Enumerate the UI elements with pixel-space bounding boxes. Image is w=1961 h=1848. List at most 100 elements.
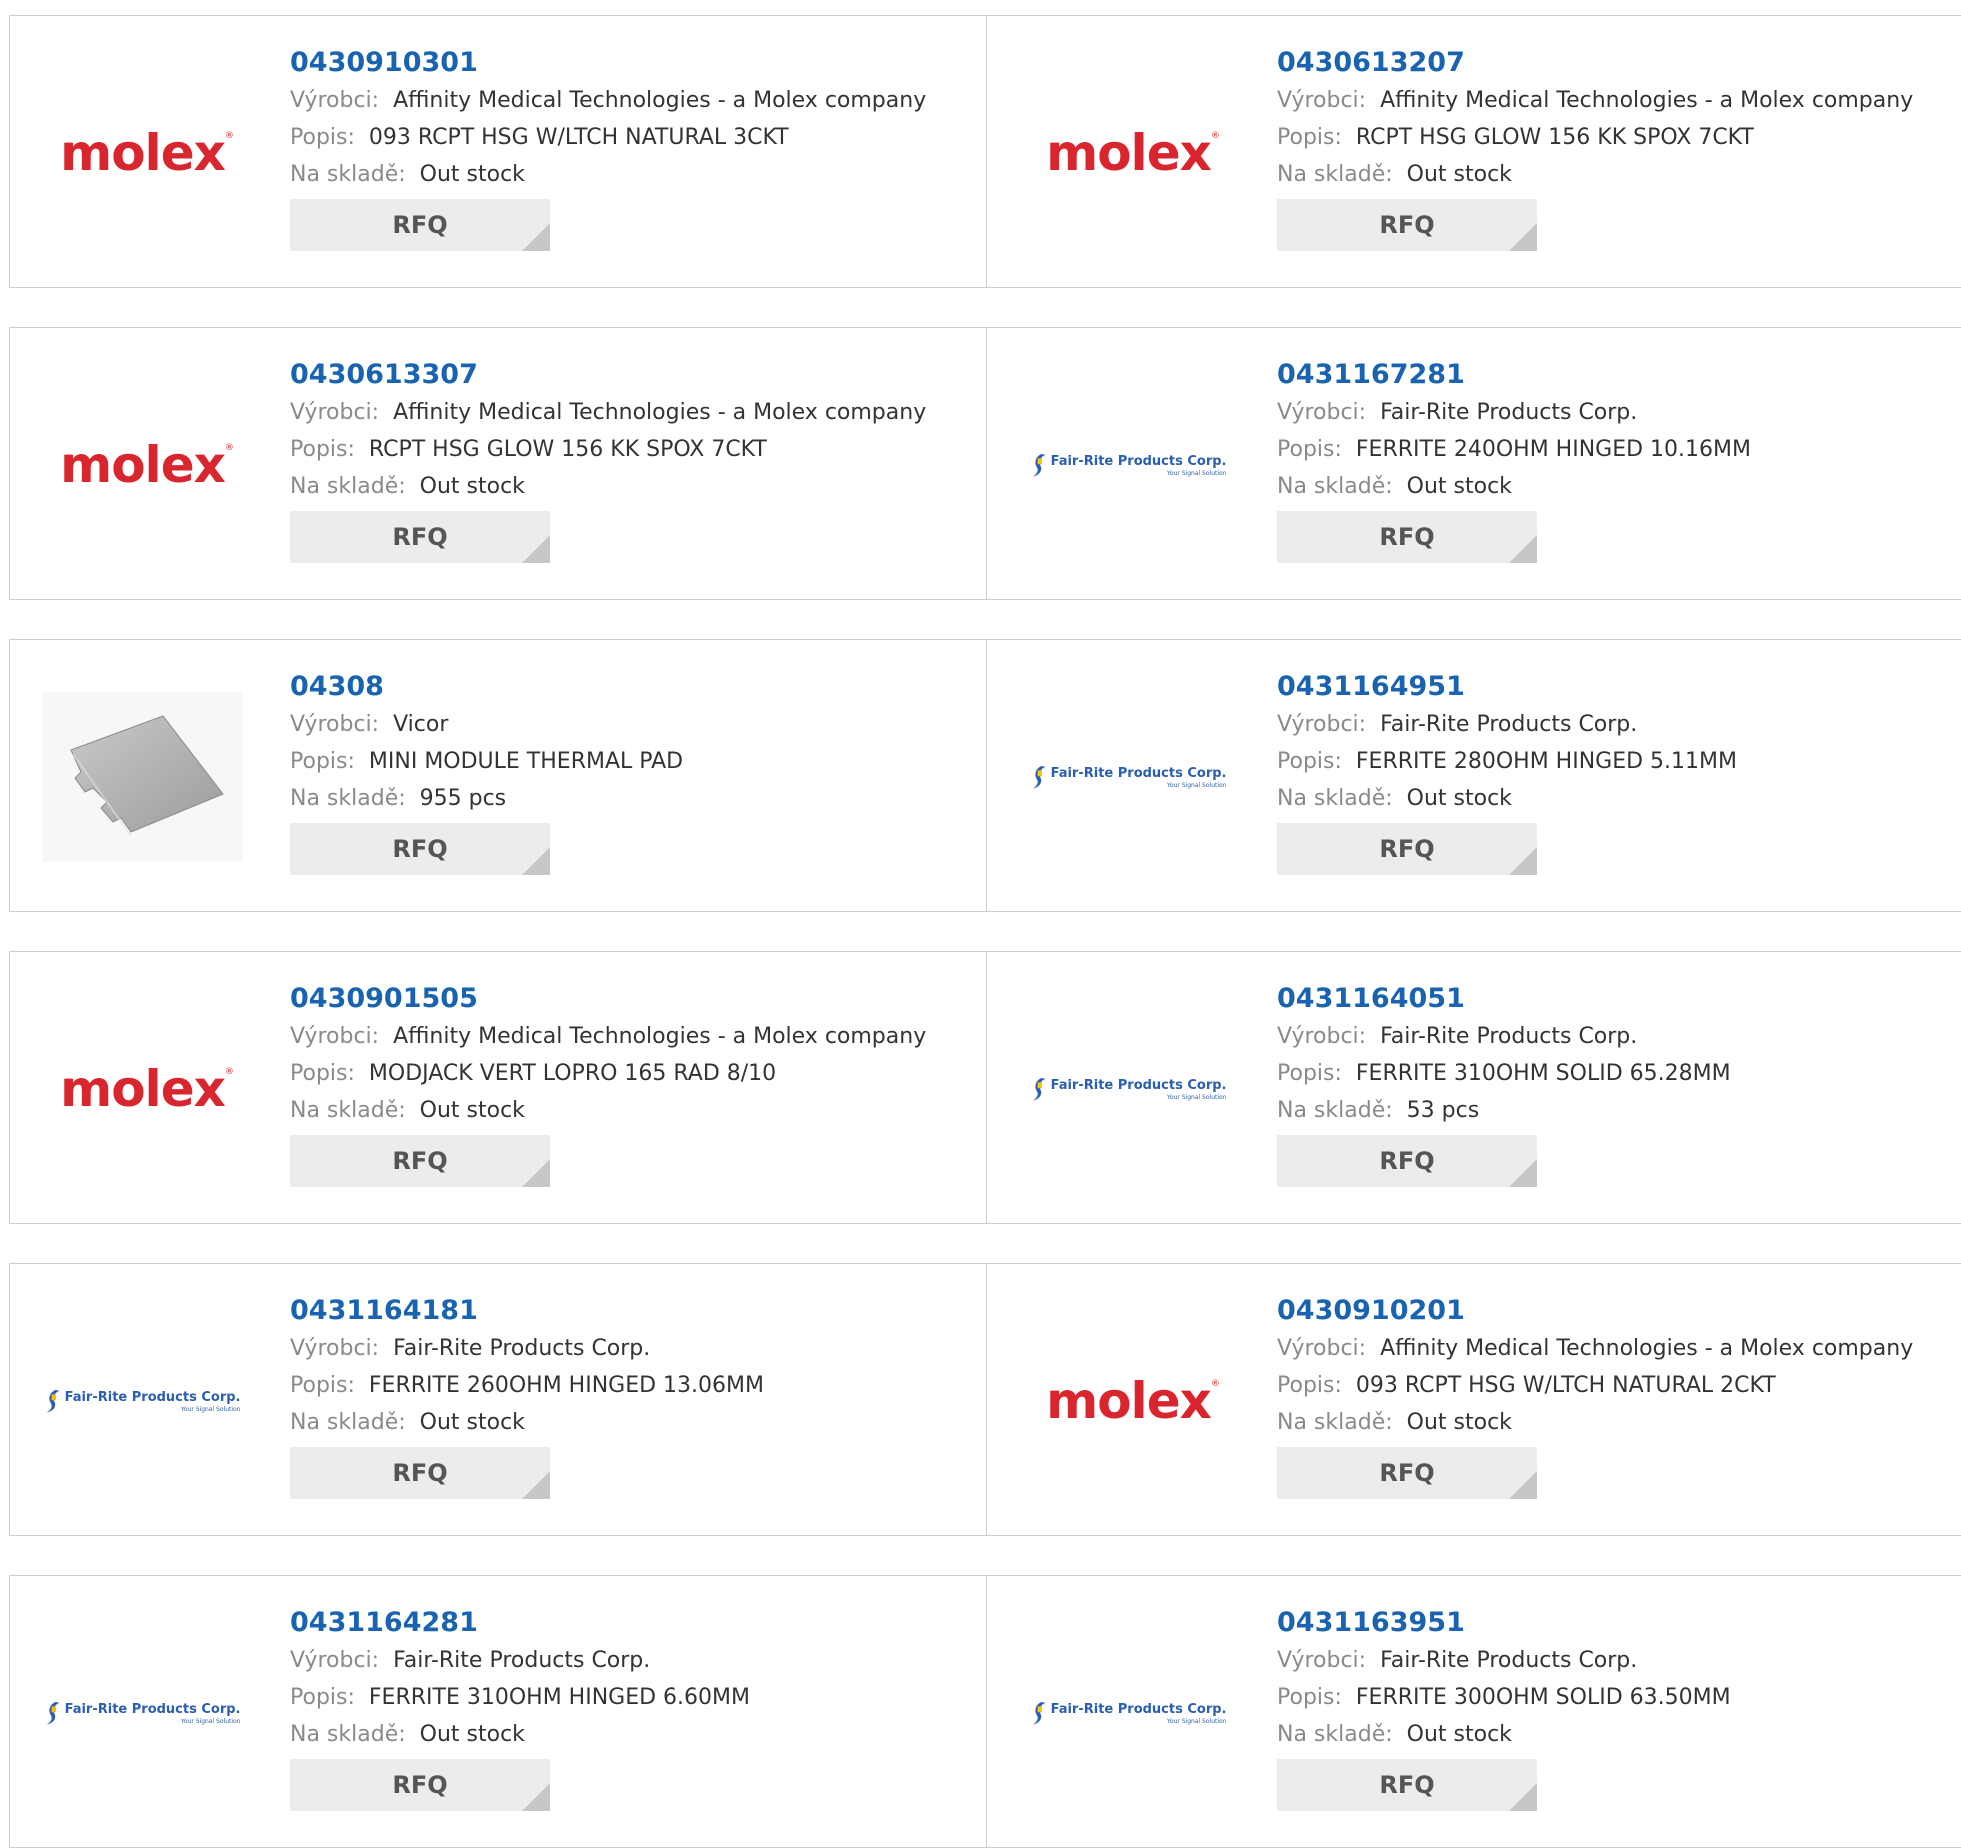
part-number-link[interactable]: 0431164281 [290, 1606, 970, 1642]
rfq-button[interactable]: RFQ [290, 1135, 550, 1187]
description-row: Popis: 093 RCPT HSG W/LTCH NATURAL 2CKT [1277, 1367, 1957, 1404]
rfq-label: RFQ [1379, 211, 1435, 239]
part-number-link[interactable]: 0431167281 [1277, 358, 1957, 394]
fair-rite-name: Fair-Rite Products Corp. [64, 1701, 241, 1717]
molex-logo: molex ® [1046, 1376, 1220, 1426]
product-image[interactable]: Fair-Rite Products Corp. Your Signal Solu… [40, 1301, 245, 1501]
product-row: molex ® 0430910301 Výrobci: Affinity Medic… [9, 15, 1961, 288]
part-number-link[interactable]: 0430901505 [290, 982, 970, 1018]
manufacturer-label: Výrobci: [290, 88, 380, 113]
part-number-link[interactable]: 0430910201 [1277, 1294, 1957, 1330]
fair-rite-name: Fair-Rite Products Corp. [1050, 765, 1227, 781]
description-label: Popis: [1277, 749, 1342, 774]
button-corner-decoration [1509, 847, 1537, 875]
product-image[interactable]: molex ® [40, 989, 245, 1189]
manufacturer-value: Fair-Rite Products Corp. [1380, 400, 1638, 425]
fair-rite-logo-text: Fair-Rite Products Corp. Your Signal Solu… [1051, 454, 1227, 477]
rfq-button[interactable]: RFQ [290, 199, 550, 251]
product-image[interactable]: Fair-Rite Products Corp. Your Signal Solu… [1026, 365, 1231, 565]
button-corner-decoration [522, 1471, 550, 1499]
part-number-link[interactable]: 0430613307 [290, 358, 970, 394]
description-value: FERRITE 300OHM SOLID 63.50MM [1355, 1685, 1731, 1710]
fair-rite-swoosh-icon [45, 1390, 60, 1413]
fair-rite-swoosh-icon [1031, 454, 1046, 477]
button-corner-decoration [1509, 535, 1537, 563]
button-corner-decoration [1509, 1783, 1537, 1811]
manufacturer-value: Affinity Medical Technologies - a Molex … [393, 88, 927, 113]
stock-row: Na skladě: Out stock [1277, 468, 1957, 505]
rfq-label: RFQ [392, 211, 448, 239]
part-number-link[interactable]: 0431163951 [1277, 1606, 1957, 1642]
product-image[interactable]: Fair-Rite Products Corp. Your Signal Solu… [1026, 989, 1231, 1189]
stock-row: Na skladě: Out stock [290, 1404, 970, 1441]
rfq-button[interactable]: RFQ [1277, 1759, 1537, 1811]
molex-logo: molex ® [60, 1064, 234, 1114]
product-image[interactable]: molex ® [40, 365, 245, 565]
part-number-link[interactable]: 0431164181 [290, 1294, 970, 1330]
fair-rite-swoosh-icon [45, 1702, 60, 1725]
rfq-button[interactable]: RFQ [290, 511, 550, 563]
manufacturer-row: Výrobci: Affinity Medical Technologies - … [290, 394, 970, 431]
stock-row: Na skladě: Out stock [290, 468, 970, 505]
stock-row: Na skladě: 955 pcs [290, 780, 970, 817]
stock-label: Na skladě: [1277, 786, 1393, 811]
molex-logo: molex ® [60, 128, 234, 178]
product-image[interactable]: Fair-Rite Products Corp. Your Signal Solu… [1026, 677, 1231, 877]
rfq-button[interactable]: RFQ [1277, 1447, 1537, 1499]
manufacturer-value: Affinity Medical Technologies - a Molex … [1380, 1336, 1914, 1361]
description-label: Popis: [290, 749, 355, 774]
rfq-button[interactable]: RFQ [290, 823, 550, 875]
part-number-link[interactable]: 04308 [290, 670, 970, 706]
product-image[interactable]: Fair-Rite Products Corp. Your Signal Solu… [40, 1613, 245, 1813]
description-row: Popis: FERRITE 260OHM HINGED 13.06MM [290, 1367, 970, 1404]
rfq-button[interactable]: RFQ [1277, 199, 1537, 251]
fair-rite-logo-text: Fair-Rite Products Corp. Your Signal Solu… [65, 1390, 241, 1413]
rfq-button[interactable]: RFQ [290, 1759, 550, 1811]
part-number-link[interactable]: 0430910301 [290, 46, 970, 82]
manufacturer-value: Fair-Rite Products Corp. [393, 1336, 651, 1361]
description-label: Popis: [1277, 1061, 1342, 1086]
manufacturer-row: Výrobci: Vicor [290, 706, 970, 743]
rfq-button[interactable]: RFQ [1277, 511, 1537, 563]
part-number-link[interactable]: 0431164051 [1277, 982, 1957, 1018]
rfq-button[interactable]: RFQ [290, 1447, 550, 1499]
stock-value: Out stock [419, 1098, 525, 1123]
stock-label: Na skladě: [1277, 162, 1393, 187]
product-info: 04308 Výrobci: Vicor Popis: MINI MODULE TH… [290, 670, 970, 875]
part-number-link[interactable]: 0430613207 [1277, 46, 1957, 82]
product-card: Fair-Rite Products Corp. Your Signal Solu… [10, 1264, 987, 1535]
rfq-button[interactable]: RFQ [1277, 823, 1537, 875]
product-image[interactable]: Fair-Rite Products Corp. Your Signal Solu… [1026, 1613, 1231, 1813]
product-image[interactable]: molex ® [40, 53, 245, 253]
rfq-label: RFQ [1379, 523, 1435, 551]
rfq-label: RFQ [1379, 1459, 1435, 1487]
button-corner-decoration [1509, 1471, 1537, 1499]
registered-mark: ® [224, 131, 234, 141]
fair-rite-logo: Fair-Rite Products Corp. Your Signal Solu… [1031, 760, 1227, 794]
product-image[interactable]: molex ® [1026, 1301, 1231, 1501]
product-card: molex ® 0430910201 Výrobci: Affinity Medic… [987, 1264, 1961, 1535]
rfq-label: RFQ [392, 1771, 448, 1799]
rfq-label: RFQ [1379, 1147, 1435, 1175]
fair-rite-tagline: Your Signal Solution [1167, 469, 1227, 477]
stock-label: Na skladě: [290, 1410, 406, 1435]
product-row: Fair-Rite Products Corp. Your Signal Solu… [9, 1263, 1961, 1536]
product-image[interactable]: molex ® [1026, 53, 1231, 253]
stock-label: Na skladě: [290, 1098, 406, 1123]
rfq-label: RFQ [392, 1147, 448, 1175]
description-value: FERRITE 240OHM HINGED 10.16MM [1355, 437, 1751, 462]
part-number-link[interactable]: 0431164951 [1277, 670, 1957, 706]
fair-rite-logo: Fair-Rite Products Corp. Your Signal Solu… [1031, 1696, 1227, 1730]
product-info: 0430910301 Výrobci: Affinity Medical Tech… [290, 46, 970, 251]
product-card: molex ® 0430613207 Výrobci: Affinity Medic… [987, 16, 1961, 287]
manufacturer-label: Výrobci: [1277, 712, 1367, 737]
description-label: Popis: [290, 437, 355, 462]
product-image[interactable] [40, 677, 245, 877]
rfq-button[interactable]: RFQ [1277, 1135, 1537, 1187]
rfq-label: RFQ [392, 835, 448, 863]
description-label: Popis: [1277, 1373, 1342, 1398]
description-value: FERRITE 310OHM HINGED 6.60MM [368, 1685, 750, 1710]
manufacturer-row: Výrobci: Affinity Medical Technologies - … [1277, 1330, 1957, 1367]
description-row: Popis: RCPT HSG GLOW 156 KK SPOX 7CKT [290, 431, 970, 468]
molex-logo-text: molex [60, 124, 226, 182]
